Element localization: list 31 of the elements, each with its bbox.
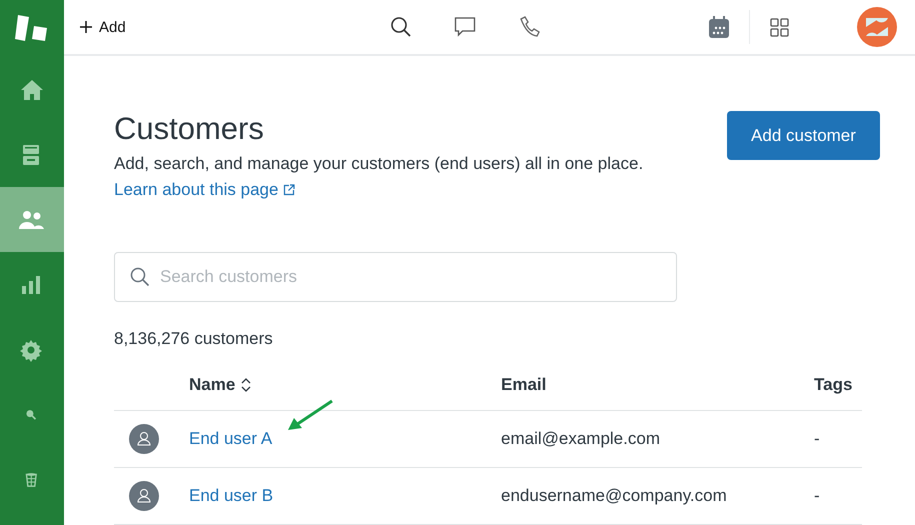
add-button[interactable]: Add — [78, 16, 128, 38]
home-icon — [19, 78, 45, 102]
chat-icon[interactable] — [454, 16, 476, 38]
annotation-arrow — [286, 398, 336, 432]
plus-icon — [80, 21, 92, 33]
phone-icon[interactable] — [518, 16, 540, 38]
customer-name-link[interactable]: End user B — [189, 486, 274, 505]
customer-name-link[interactable]: End user A — [189, 429, 272, 448]
page-description: Add, search, and manage your customers (end users) all in one place. — [114, 153, 644, 175]
tags-text: - — [814, 429, 820, 448]
column-header[interactable]: Name — [189, 375, 236, 395]
email-text: email@example.com — [501, 429, 660, 448]
avatar-icon — [129, 424, 159, 454]
avatar-icon — [129, 481, 159, 511]
external-link-icon — [283, 184, 296, 196]
nav-item[interactable] — [0, 187, 64, 252]
search-icon[interactable] — [390, 16, 412, 38]
email-text: endusername@company.com — [501, 486, 727, 505]
apps-grid-icon[interactable] — [770, 18, 789, 36]
search-field[interactable]: Search customers — [114, 252, 677, 302]
account-avatar-icon[interactable] — [857, 7, 897, 47]
calendar-icon[interactable] — [709, 16, 729, 38]
column-header: Tags — [814, 375, 852, 395]
column-header: Email — [501, 375, 546, 395]
logo-icon — [15, 14, 49, 42]
sort-icon[interactable] — [241, 377, 252, 393]
customer-count: 8,136,276 customers — [114, 328, 274, 350]
learn-link[interactable]: Learn about this page — [114, 180, 296, 200]
page-title: Customers — [114, 111, 265, 147]
tags-text: - — [814, 486, 820, 505]
add-customer-button[interactable]: Add customer — [727, 111, 880, 160]
